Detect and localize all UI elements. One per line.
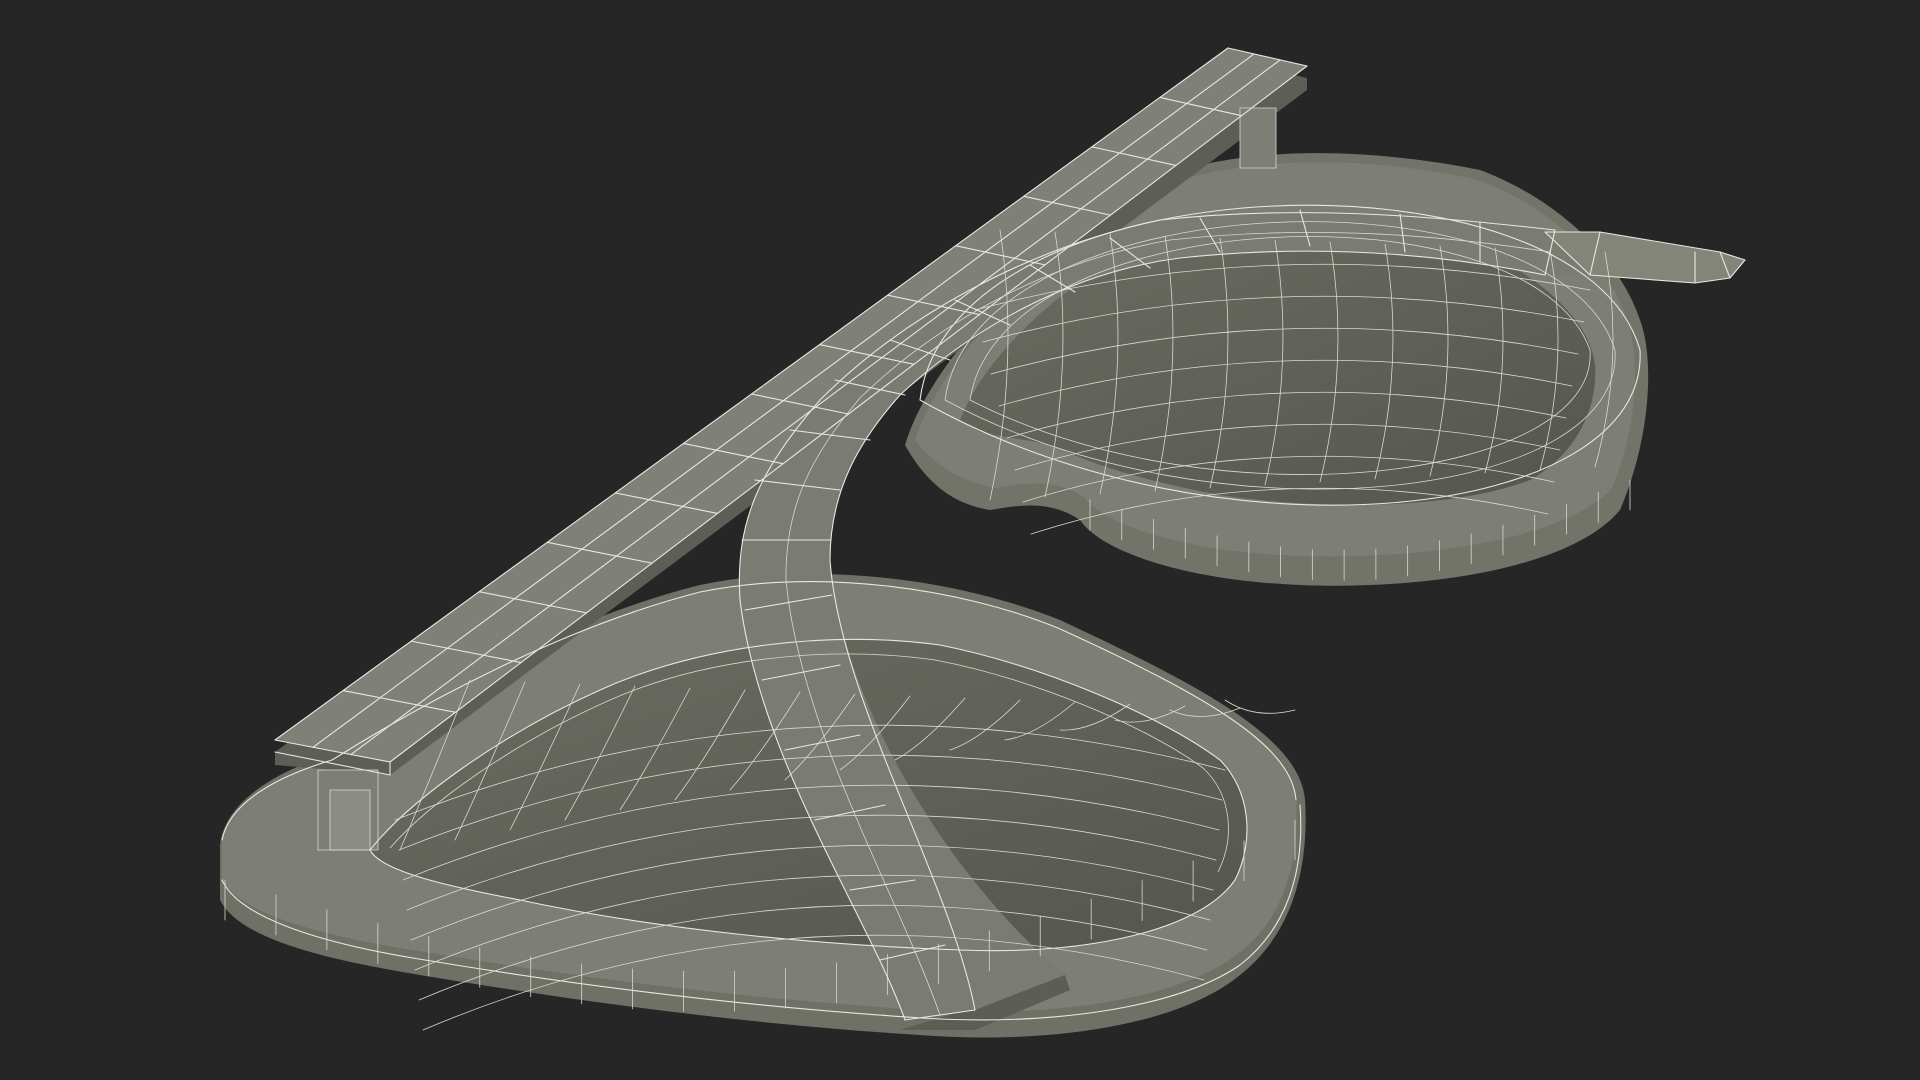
right-hinge xyxy=(1240,108,1276,168)
wire-edge xyxy=(1224,699,1296,714)
viewport xyxy=(0,0,1920,1080)
left-hinge xyxy=(318,770,378,850)
glasses-wireframe-render xyxy=(220,47,1746,1038)
